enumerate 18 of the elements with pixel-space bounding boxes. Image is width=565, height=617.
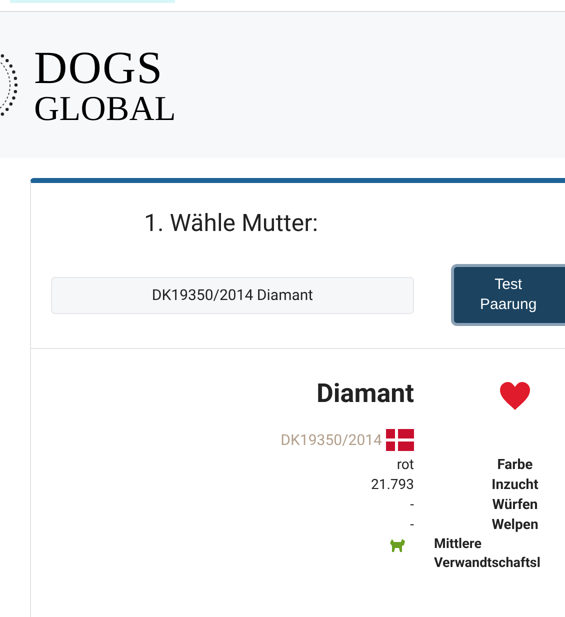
dog-icon <box>389 538 406 553</box>
dog-name: Diamant <box>316 379 414 411</box>
logo-text: GLOBAL <box>34 90 176 126</box>
fact-value: - <box>409 496 414 515</box>
fact-value: rot <box>396 456 414 475</box>
section-title: 1. Wähle Mutter: <box>144 209 320 237</box>
fact-label: Farbe <box>496 456 534 475</box>
fact-label: Mittlere Verwandtschaftsl <box>434 535 542 573</box>
fact-value: - <box>409 516 414 535</box>
fact-label: Würfen <box>491 496 539 515</box>
test-mating-button[interactable]: Test Paarung <box>451 264 565 326</box>
fact-label: Inzucht <box>490 476 540 495</box>
fact-value: 21.793 <box>370 476 414 495</box>
fact-label: Welpen <box>490 516 540 535</box>
logo-text: DOGS <box>34 44 164 90</box>
heart-icon[interactable] <box>499 381 531 411</box>
flag-icon <box>386 429 414 451</box>
mother-field[interactable]: DK19350/2014 Diamant <box>51 276 414 314</box>
